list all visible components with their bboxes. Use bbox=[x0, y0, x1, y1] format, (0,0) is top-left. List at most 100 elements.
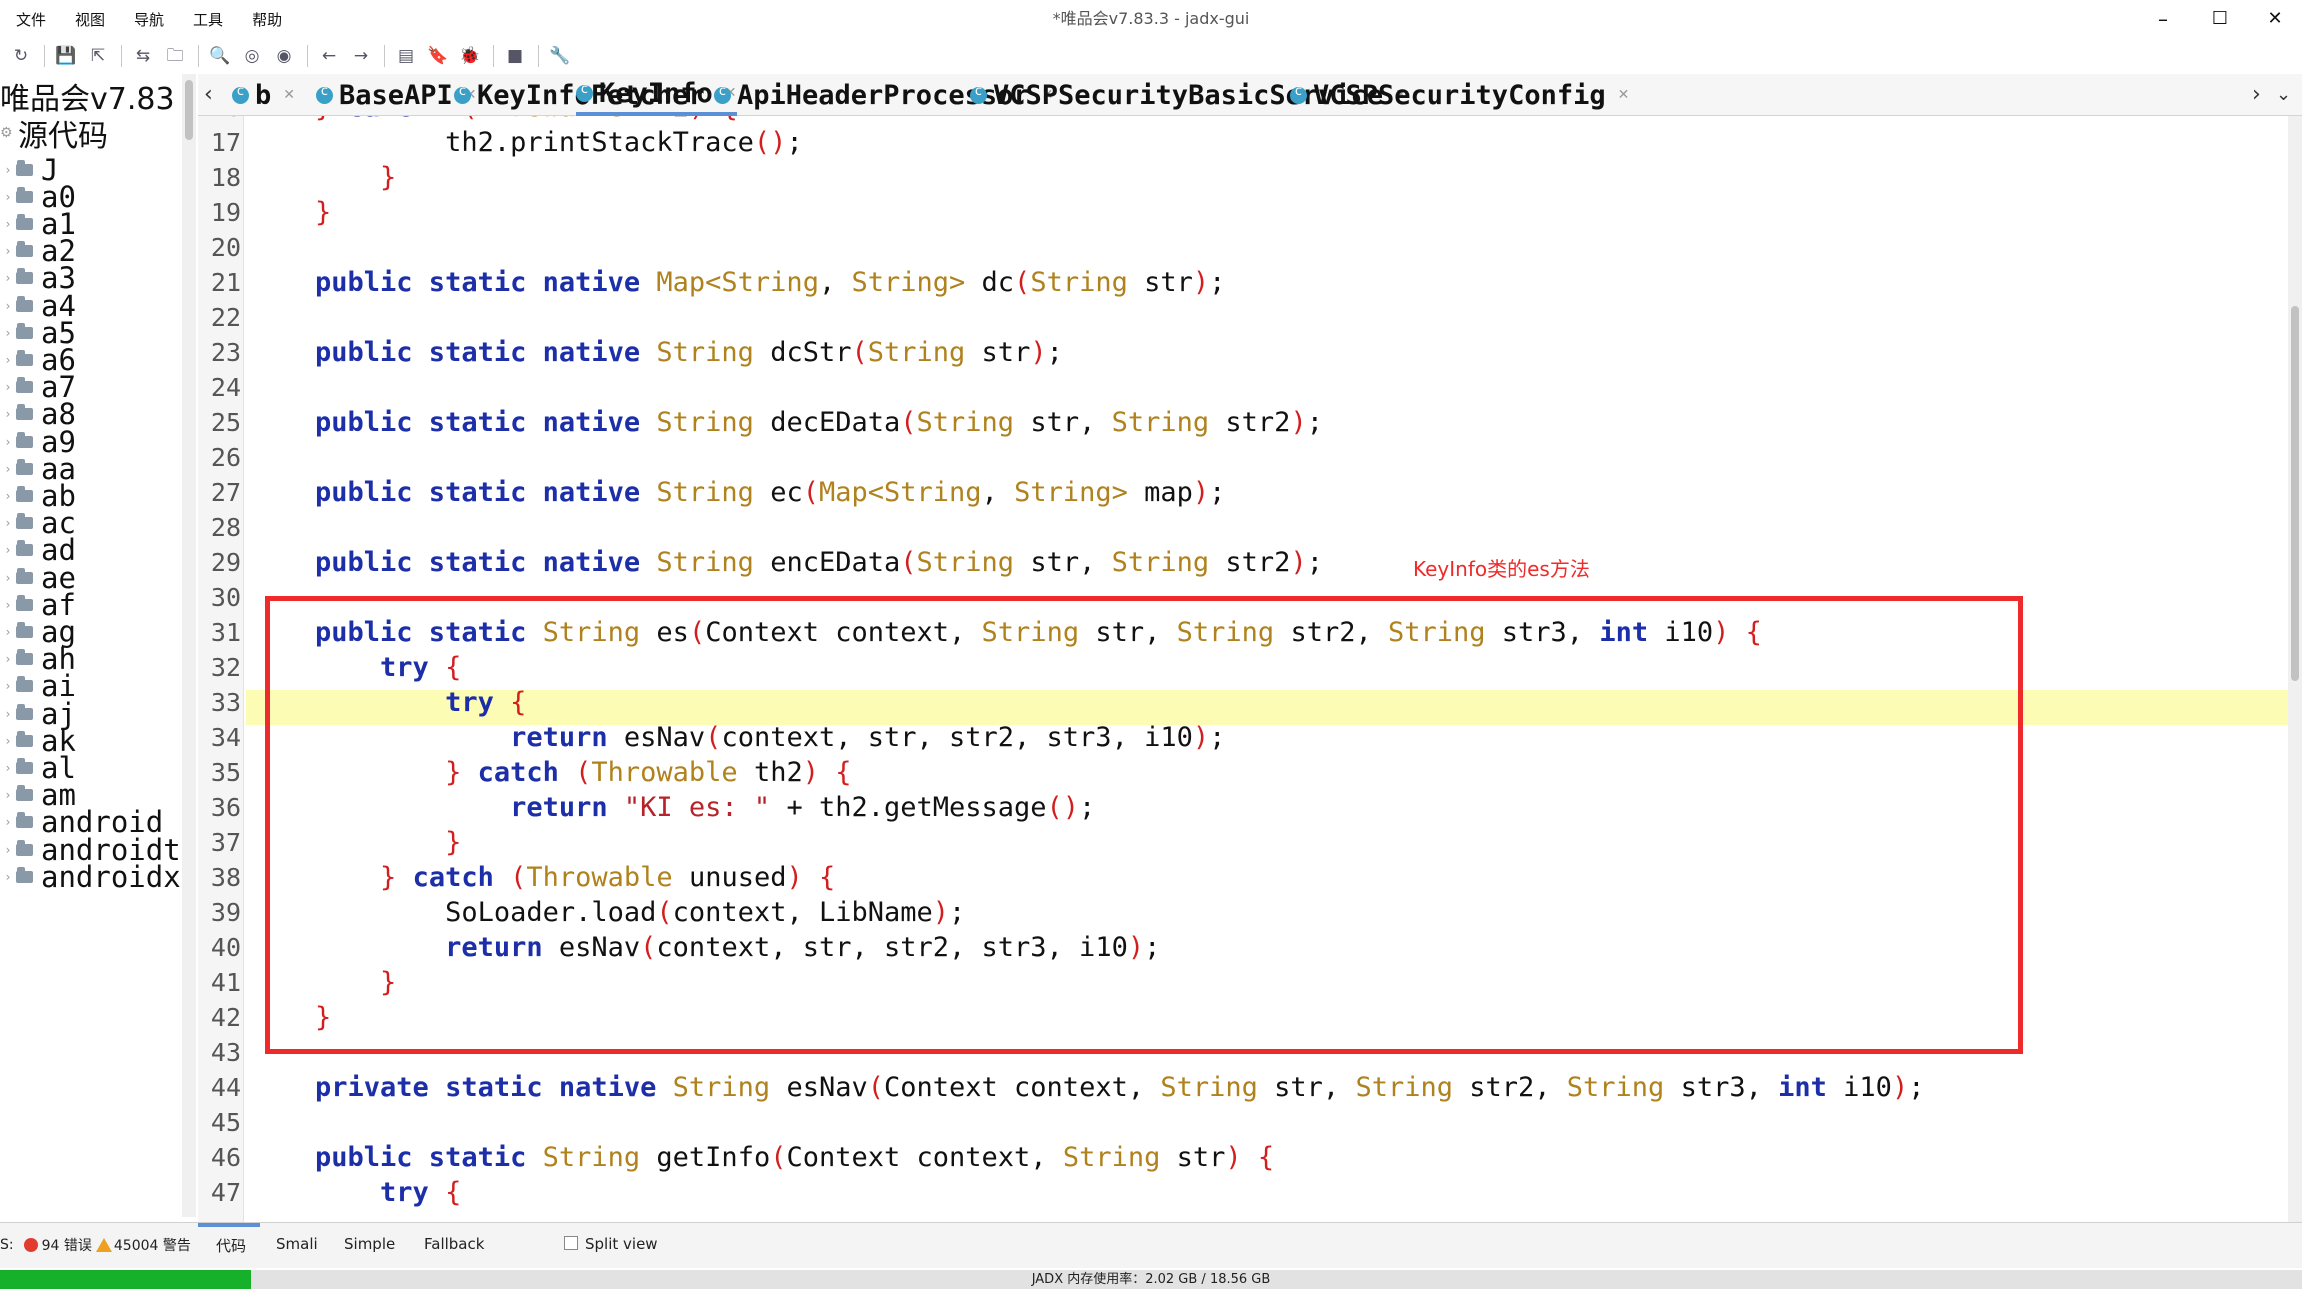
tree-scrollbar[interactable] bbox=[182, 74, 196, 1217]
title-bar: *唯品会v7.83.3 - jadx-gui 文件 视图 导航 工具 帮助 – ☐ ✕ bbox=[0, 0, 2302, 38]
chevron-right-icon[interactable]: › bbox=[0, 761, 16, 775]
debug-button[interactable]: 🐞 bbox=[455, 42, 485, 70]
tab-fallback[interactable]: Fallback bbox=[424, 1235, 484, 1253]
class-icon bbox=[232, 84, 249, 104]
chevron-right-icon[interactable]: › bbox=[0, 543, 16, 557]
log-button[interactable]: ▤ bbox=[391, 42, 421, 70]
chevron-right-icon[interactable]: › bbox=[0, 815, 16, 829]
search-button[interactable]: 🔍 bbox=[205, 42, 235, 70]
chevron-right-icon[interactable]: › bbox=[0, 598, 16, 612]
code-token: Map<String bbox=[656, 267, 819, 298]
chevron-right-icon[interactable]: › bbox=[0, 407, 16, 421]
tab-list-menu[interactable]: ⌄ bbox=[2276, 74, 2291, 116]
annotation-box bbox=[265, 596, 2023, 1054]
line-number: 34 bbox=[210, 723, 241, 752]
close-tab-icon[interactable]: ✕ bbox=[1618, 87, 1630, 103]
close-button[interactable]: ✕ bbox=[2240, 0, 2302, 38]
split-view-label: Split view bbox=[585, 1235, 658, 1253]
back-button[interactable]: ← bbox=[314, 42, 344, 70]
code-token: String bbox=[1111, 407, 1210, 438]
chevron-right-icon[interactable]: › bbox=[0, 435, 16, 449]
tab-baseapi[interactable]: BaseAPI✕ bbox=[316, 74, 477, 116]
split-view-checkbox[interactable] bbox=[564, 1236, 578, 1250]
tab-code[interactable]: 代码 bbox=[216, 1235, 246, 1256]
find-usage-button[interactable]: ◉ bbox=[269, 42, 299, 70]
tab-next-arrow[interactable]: › bbox=[2252, 74, 2261, 116]
package-icon bbox=[16, 621, 33, 638]
chevron-right-icon[interactable]: › bbox=[0, 734, 16, 748]
code-token: ( bbox=[461, 116, 477, 123]
tab-keyinfo[interactable]: KeyInfo✕ bbox=[576, 74, 737, 116]
line-number: 23 bbox=[210, 338, 241, 367]
warning-icon bbox=[95, 1238, 112, 1252]
chevron-right-icon[interactable]: › bbox=[0, 326, 16, 340]
save-button[interactable]: 💾 bbox=[51, 42, 81, 70]
chevron-right-icon[interactable]: › bbox=[0, 571, 16, 585]
code-line: } bbox=[250, 195, 331, 230]
line-number: 44 bbox=[210, 1073, 241, 1102]
tab-vcspsecurityconfig[interactable]: VCSPSecurityConfig ✕ bbox=[1290, 74, 1629, 116]
chevron-right-icon[interactable]: › bbox=[0, 625, 16, 639]
chevron-right-icon[interactable]: › bbox=[0, 462, 16, 476]
menu-bar: 文件 视图 导航 工具 帮助 bbox=[0, 0, 295, 38]
tree-source-node[interactable]: ⚙ 源代码 bbox=[0, 111, 108, 155]
chevron-right-icon[interactable]: › bbox=[0, 489, 16, 503]
settings-button[interactable]: 🔧 bbox=[545, 42, 575, 70]
code-token: ) bbox=[1290, 407, 1307, 438]
bookmark-button[interactable]: 🔖 bbox=[423, 42, 453, 70]
sync-button[interactable]: ↻ bbox=[6, 42, 36, 70]
chevron-right-icon[interactable]: › bbox=[0, 299, 16, 313]
export-button[interactable]: ⇱ bbox=[83, 42, 113, 70]
chevron-right-icon[interactable]: › bbox=[0, 244, 16, 258]
chevron-right-icon[interactable]: › bbox=[0, 217, 16, 231]
chevron-right-icon[interactable]: › bbox=[0, 679, 16, 693]
tab-smali[interactable]: Smali bbox=[276, 1235, 318, 1253]
menu-item-1[interactable]: 视图 bbox=[59, 9, 118, 30]
chevron-right-icon[interactable]: › bbox=[0, 843, 16, 857]
package-icon bbox=[16, 866, 33, 883]
code-token: encEData bbox=[753, 547, 901, 578]
chevron-right-icon[interactable]: › bbox=[0, 163, 16, 177]
code-token: public static native bbox=[250, 407, 657, 438]
code-token: String bbox=[867, 337, 966, 368]
tab-prev-arrow[interactable]: ‹ bbox=[204, 74, 213, 116]
close-tab-icon[interactable]: ✕ bbox=[283, 87, 295, 103]
chevron-right-icon[interactable]: › bbox=[0, 652, 16, 666]
code-token: dcStr bbox=[753, 337, 852, 368]
warning-count[interactable]: 45004 警告 bbox=[114, 1235, 191, 1255]
debug-icon: 🐞 bbox=[459, 45, 481, 66]
chevron-right-icon[interactable]: › bbox=[0, 707, 16, 721]
forward-button[interactable]: → bbox=[346, 42, 376, 70]
line-number: 30 bbox=[210, 583, 241, 612]
chevron-right-icon[interactable]: › bbox=[0, 870, 16, 884]
tab-simple[interactable]: Simple bbox=[344, 1235, 395, 1253]
menu-item-2[interactable]: 导航 bbox=[118, 9, 177, 30]
menu-item-4[interactable]: 帮助 bbox=[236, 9, 295, 30]
line-number-gutter: 16 17 18 19 20 21 22 23 24 25 26 27 28 29 30 31 32 33 34 35… bbox=[198, 116, 244, 1222]
find-class-button[interactable]: ◎ bbox=[237, 42, 267, 70]
stop-button[interactable]: ■ bbox=[500, 42, 530, 70]
package-icon bbox=[16, 839, 33, 856]
decompile-button[interactable]: ⇆ bbox=[128, 42, 158, 70]
line-number: 32 bbox=[210, 653, 241, 682]
menu-item-3[interactable]: 工具 bbox=[177, 9, 236, 30]
code-token: Context context, bbox=[884, 1072, 1161, 1103]
chevron-right-icon[interactable]: › bbox=[0, 788, 16, 802]
chevron-right-icon[interactable]: › bbox=[0, 353, 16, 367]
code-token: String> bbox=[851, 267, 966, 298]
chevron-right-icon[interactable]: › bbox=[0, 271, 16, 285]
code-token: public static bbox=[250, 1142, 543, 1173]
tree-package-androidx[interactable]: › androidx bbox=[0, 860, 181, 894]
tab-b[interactable]: b✕ bbox=[232, 74, 295, 116]
code-token: , bbox=[981, 477, 1015, 508]
chevron-right-icon[interactable]: › bbox=[0, 380, 16, 394]
editor-scrollbar[interactable] bbox=[2288, 116, 2302, 1222]
chevron-right-icon[interactable]: › bbox=[0, 190, 16, 204]
folder-button[interactable]: 🗀 bbox=[160, 42, 190, 70]
chevron-right-icon[interactable]: › bbox=[0, 516, 16, 530]
code-line: try { bbox=[250, 1175, 461, 1210]
code-line: public static native String dcStr(String… bbox=[250, 335, 1063, 370]
menu-item-0[interactable]: 文件 bbox=[0, 9, 59, 30]
code-token: ) bbox=[1290, 547, 1307, 578]
error-count[interactable]: 94 错误 bbox=[42, 1235, 92, 1255]
